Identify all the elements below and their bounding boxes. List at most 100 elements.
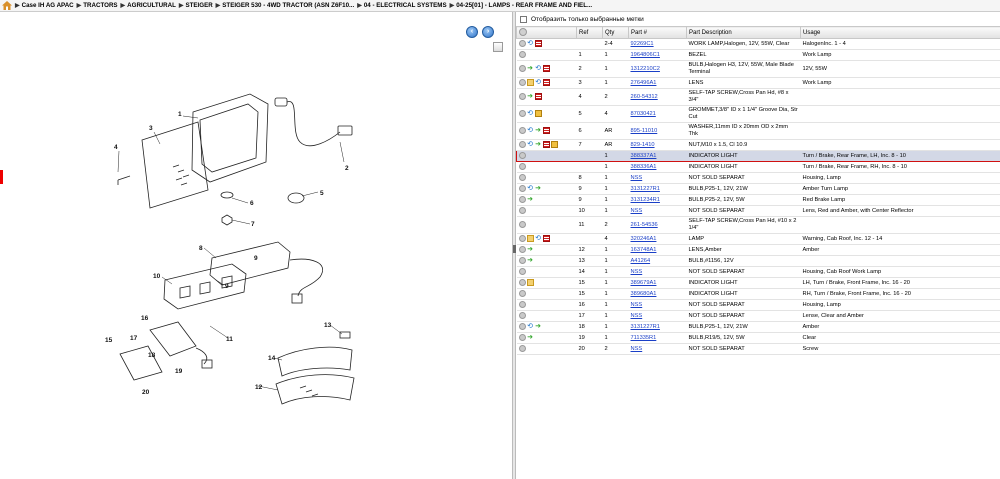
row-part-number[interactable]: 320246A1 <box>628 233 687 245</box>
callout-label[interactable]: 4 <box>114 144 118 151</box>
add-icon[interactable] <box>518 246 526 253</box>
header-description[interactable]: Part Description <box>686 26 801 39</box>
callout-label[interactable]: 15 <box>105 337 113 344</box>
row-part-number[interactable]: 389679A1 <box>628 277 687 289</box>
gear-icon[interactable] <box>519 27 527 36</box>
part-number-link[interactable]: 389679A1 <box>631 280 657 286</box>
add-icon[interactable] <box>518 185 526 192</box>
arrow-icon[interactable]: ➜ <box>535 127 542 134</box>
add-icon[interactable] <box>518 51 526 58</box>
add-icon[interactable] <box>518 334 526 341</box>
add-icon[interactable] <box>518 268 526 275</box>
table-row[interactable]: 1 1 1964806C1 BEZEL Work Lamp <box>516 49 1000 61</box>
table-row[interactable]: ⟲ 2-4 92269C1 WORK LAMP,Halogen, 12V, 55W, … <box>516 38 1000 50</box>
add-icon[interactable] <box>518 323 526 330</box>
part-number-link[interactable]: NSS <box>631 313 643 319</box>
callout-label[interactable]: 20 <box>142 389 150 396</box>
add-icon[interactable] <box>518 257 526 264</box>
breadcrumb-item[interactable]: ▶ 04-25[01] - LAMPS - REAR FRAME AND FIEL… <box>450 2 593 9</box>
row-part-number[interactable]: 388336A1 <box>628 161 687 173</box>
add-icon[interactable] <box>518 127 526 134</box>
row-part-number[interactable]: 1964806C1 <box>628 49 687 61</box>
header-ref[interactable]: Ref <box>576 26 603 39</box>
arrow-icon[interactable]: ➜ <box>535 141 542 148</box>
add-icon[interactable] <box>518 279 526 286</box>
add-icon[interactable] <box>518 196 526 203</box>
add-icon[interactable] <box>518 301 526 308</box>
row-part-number[interactable]: 261-54536 <box>628 216 687 234</box>
part-number-link[interactable]: 388336A1 <box>631 164 657 170</box>
arrow-icon[interactable]: ➜ <box>527 93 534 100</box>
table-row[interactable]: ⟲ 3 1 276496A1 LENS Work Lamp <box>516 77 1000 89</box>
callout-label[interactable]: 19 <box>175 368 183 375</box>
arrow-icon[interactable]: ➜ <box>527 196 534 203</box>
breadcrumb-label[interactable]: TRACTORS <box>83 2 117 9</box>
table-row[interactable]: ➜ 9 1 3131234R1 BULB,P25-2, 12V, 5W Red Brake… <box>516 194 1000 206</box>
folder-icon[interactable] <box>526 279 534 286</box>
row-part-number[interactable]: 3131227R1 <box>628 321 687 333</box>
table-row[interactable]: ➜ ⟲ 2 1 1312210C2 BULB,Halogen H3, 12V, 55W, … <box>516 60 1000 78</box>
breadcrumb-label[interactable]: STEIGER <box>186 2 213 9</box>
add-icon[interactable] <box>518 290 526 297</box>
table-row[interactable]: ➜ 12 1 163748A1 LENS,Amber Amber <box>516 244 1000 256</box>
row-part-number[interactable]: 389680A1 <box>628 288 687 300</box>
row-part-number[interactable]: 87030421 <box>628 105 687 123</box>
refresh-icon[interactable]: ⟲ <box>527 110 534 117</box>
add-icon[interactable] <box>518 312 526 319</box>
home-icon[interactable] <box>2 1 12 10</box>
add-icon[interactable] <box>518 93 526 100</box>
part-number-link[interactable]: 388337A1 <box>631 153 657 159</box>
add-icon[interactable] <box>518 79 526 86</box>
table-row[interactable]: ⟲ ➜ 9 1 3131227R1 BULB,P25-1, 12V, 21W Amber T… <box>516 183 1000 195</box>
table-row[interactable]: ⟲ 4 320246A1 LAMP Warning, Cab Roof, Inc. 12… <box>516 233 1000 245</box>
breadcrumb-item[interactable]: ▶ STEIGER 530 - 4WD TRACTOR (ASN Z6F10... <box>216 2 355 9</box>
part-number-link[interactable]: 829-1410 <box>631 142 655 148</box>
refresh-icon[interactable]: ⟲ <box>527 40 534 47</box>
breadcrumb-item[interactable]: ▶ AGRICULTURAL <box>121 2 176 9</box>
callout-label[interactable]: 18 <box>148 352 156 359</box>
list-icon[interactable] <box>534 93 542 100</box>
row-part-number[interactable]: 163748A1 <box>628 244 687 256</box>
arrow-icon[interactable]: ➜ <box>535 185 542 192</box>
list-icon[interactable] <box>542 235 550 242</box>
add-icon[interactable] <box>518 345 526 352</box>
add-icon[interactable] <box>518 141 526 148</box>
table-row[interactable]: 15 1 389679A1 INDICATOR LIGHT LH, Turn / Bra… <box>516 277 1000 289</box>
row-part-number[interactable]: NSS <box>628 205 687 217</box>
row-part-number[interactable]: 260-54312 <box>628 88 687 106</box>
row-part-number[interactable]: NSS <box>628 172 687 184</box>
list-icon[interactable] <box>542 127 550 134</box>
part-number-link[interactable]: 92269C1 <box>631 41 654 47</box>
breadcrumb-label[interactable]: 04-25[01] - LAMPS - REAR FRAME AND FIEL.… <box>456 2 592 9</box>
part-number-link[interactable]: A41264 <box>631 258 651 264</box>
row-part-number[interactable]: 711335R1 <box>628 332 687 344</box>
table-row[interactable]: 16 1 NSS NOT SOLD SEPARAT Housing, Lamp <box>516 299 1000 311</box>
table-row[interactable]: 11 2 261-54536 SELF-TAP SCREW,Cross Pan Hd,… <box>516 216 1000 234</box>
part-number-link[interactable]: NSS <box>631 269 643 275</box>
table-row[interactable]: 14 1 NSS NOT SOLD SEPARAT Housing, Cab Roof … <box>516 266 1000 278</box>
part-number-link[interactable]: 1964806C1 <box>631 52 660 58</box>
list-icon[interactable] <box>542 79 550 86</box>
add-icon[interactable] <box>518 65 526 72</box>
row-part-number[interactable]: NSS <box>628 310 687 322</box>
header-usage[interactable]: Usage <box>800 26 1000 39</box>
callout-label[interactable]: 6 <box>250 200 254 207</box>
refresh-icon[interactable]: ⟲ <box>527 127 534 134</box>
row-part-number[interactable]: 92269C1 <box>628 38 687 50</box>
arrow-icon[interactable]: ➜ <box>535 323 542 330</box>
callout-label[interactable]: 8 <box>199 245 203 252</box>
arrow-icon[interactable]: ➜ <box>527 246 534 253</box>
table-row[interactable]: ⟲ ➜ 6 AR 895-11010 WASHER,11mm ID x 20mm OD x… <box>516 122 1000 140</box>
part-number-link[interactable]: NSS <box>631 302 643 308</box>
list-icon[interactable] <box>542 141 550 148</box>
header-icon-col[interactable] <box>516 26 577 39</box>
table-row[interactable]: ⟲ 5 4 87030421 GROMMET,3/8" ID x 1 1/4" Groo… <box>516 105 1000 123</box>
table-row[interactable]: ⟲ ➜ 7 AR 829-1410 NUT,M10 x 1.5, Cl 10.9 <box>516 139 1000 151</box>
package-icon[interactable] <box>550 141 558 148</box>
table-row[interactable]: ➜ 4 2 260-54312 SELF-TAP SCREW,Cross Pan Hd,… <box>516 88 1000 106</box>
list-icon[interactable] <box>542 65 550 72</box>
folder-icon[interactable] <box>526 235 534 242</box>
row-part-number[interactable]: NSS <box>628 266 687 278</box>
table-row[interactable]: 17 1 NSS NOT SOLD SEPARAT Lense, Clear and A… <box>516 310 1000 322</box>
folder-icon[interactable] <box>526 79 534 86</box>
